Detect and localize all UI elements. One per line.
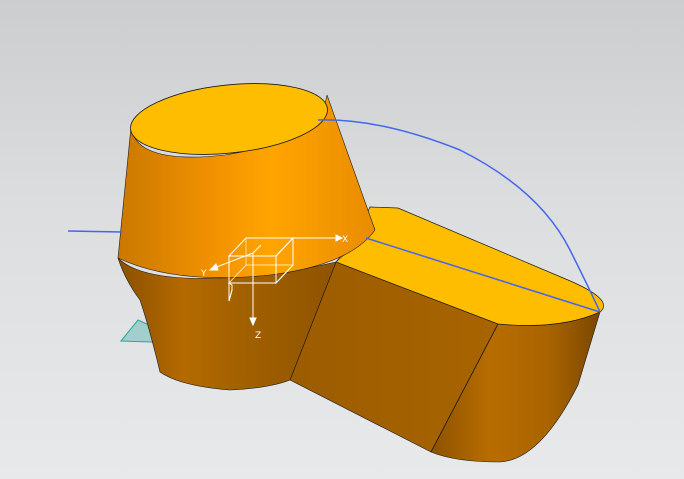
z-axis-label: Z <box>255 331 261 341</box>
x-axis-label: X <box>342 235 348 245</box>
guide-line-left[interactable] <box>67 230 123 233</box>
3d-viewport[interactable]: X Y Z <box>0 0 684 479</box>
y-axis-label: Y <box>200 269 207 279</box>
model-canvas[interactable]: X Y Z <box>0 0 684 479</box>
